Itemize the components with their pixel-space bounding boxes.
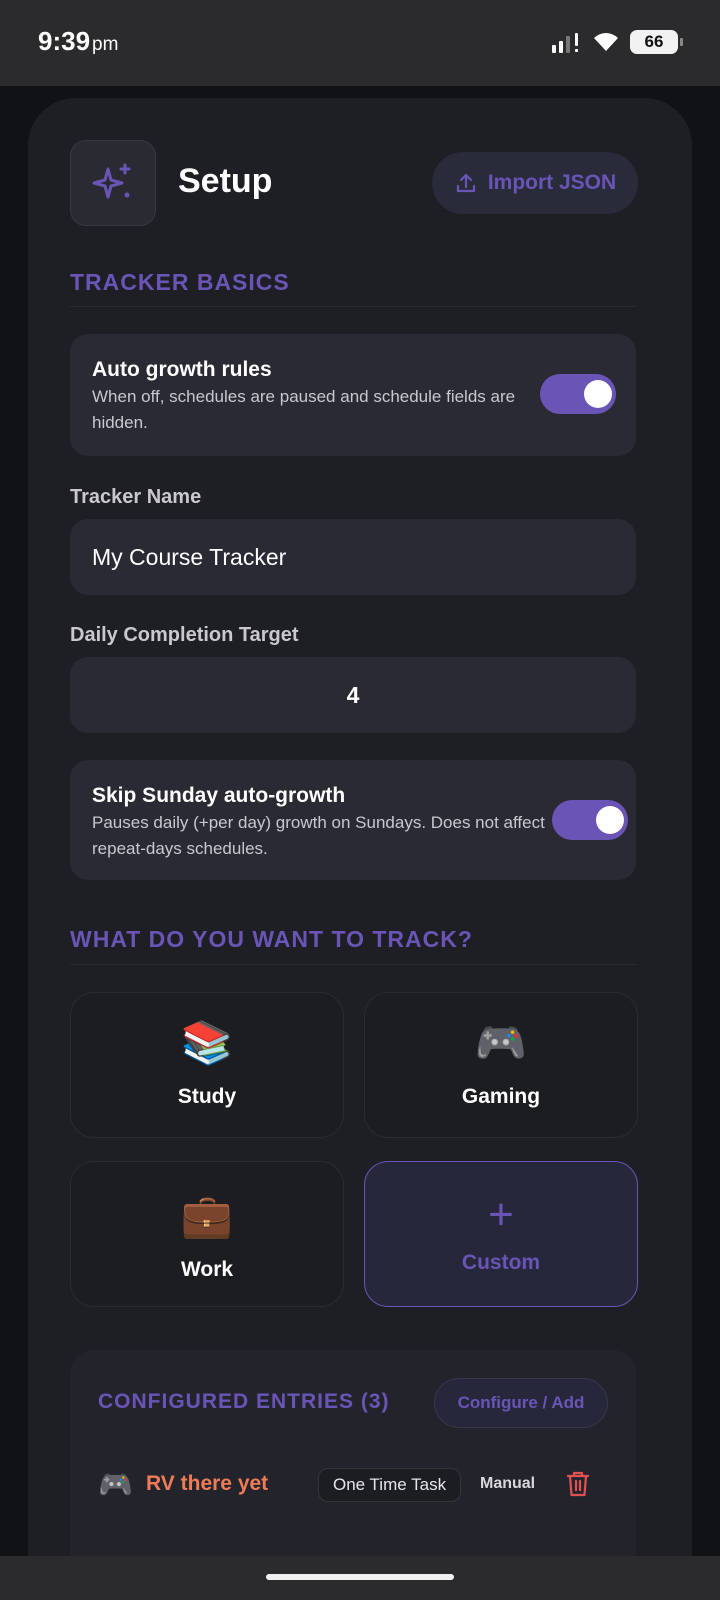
- trash-icon[interactable]: [566, 1470, 590, 1498]
- tracker-name-value: My Course Tracker: [92, 543, 287, 570]
- skip-sunday-desc-line1: Pauses daily (+per day) growth on Sunday…: [92, 813, 545, 832]
- tracker-name-input[interactable]: My Course Tracker: [70, 519, 636, 595]
- auto-growth-desc-line1: When off, schedules are paused and sched…: [92, 387, 516, 406]
- track-option-label: Gaming: [461, 1085, 541, 1108]
- status-bar: 9:39 pm 66: [0, 0, 720, 86]
- daily-target-value: 4: [346, 681, 360, 708]
- plus-icon: +: [488, 1190, 514, 1239]
- app-logo: [70, 140, 156, 226]
- skip-sunday-panel: Skip Sunday auto-growth Pauses daily (+p…: [70, 760, 636, 880]
- track-option-label: Study: [177, 1085, 237, 1108]
- section-divider: [70, 964, 636, 965]
- game-controller-icon: 🎮: [474, 1019, 528, 1066]
- status-time: 9:39 pm: [38, 26, 118, 57]
- status-icons: 66: [552, 28, 683, 56]
- track-option-label: Custom: [461, 1251, 541, 1274]
- battery-icon: 66: [630, 30, 683, 54]
- tracker-basics-heading: TRACKER BASICS: [70, 269, 290, 295]
- skip-sunday-description: Pauses daily (+per day) growth on Sunday…: [92, 810, 552, 862]
- battery-level: 66: [644, 32, 664, 51]
- entry-type-chip: One Time Task: [318, 1468, 462, 1502]
- section-divider: [70, 306, 636, 307]
- track-option-gaming[interactable]: 🎮 Gaming: [364, 992, 638, 1138]
- sparkle-icon: [92, 163, 131, 199]
- track-option-work[interactable]: 💼 Work: [70, 1161, 344, 1307]
- setup-card: Setup Import JSON TRACKER BASICS Auto gr…: [28, 98, 692, 1600]
- briefcase-icon: 💼: [180, 1192, 234, 1239]
- entry-mode: Manual: [480, 1475, 536, 1492]
- skip-sunday-toggle[interactable]: [552, 800, 628, 840]
- skip-sunday-desc-line2: repeat-days schedules.: [92, 839, 268, 858]
- toggle-knob: [584, 380, 612, 408]
- navigation-bar: [0, 1556, 720, 1600]
- auto-growth-title: Auto growth rules: [92, 358, 272, 381]
- daily-target-label: Daily Completion Target: [70, 624, 299, 646]
- configured-entries-heading: CONFIGURED ENTRIES (3): [98, 1390, 390, 1413]
- books-icon: 📚: [180, 1019, 234, 1066]
- entry-name: RV there yet: [146, 1472, 269, 1495]
- track-option-label: Work: [180, 1258, 234, 1281]
- auto-growth-desc-line2: hidden.: [92, 413, 148, 432]
- daily-target-input[interactable]: 4: [70, 657, 636, 733]
- page-title: Setup: [178, 162, 273, 200]
- configure-add-button[interactable]: Configure / Add: [434, 1378, 608, 1428]
- auto-growth-toggle[interactable]: [540, 374, 616, 414]
- status-ampm: pm: [92, 34, 119, 55]
- home-indicator[interactable]: [266, 1574, 454, 1580]
- track-option-custom[interactable]: + Custom: [364, 1161, 638, 1307]
- import-json-label: Import JSON: [487, 171, 617, 194]
- tracker-name-label: Tracker Name: [70, 486, 202, 508]
- wifi-icon: [594, 33, 618, 51]
- track-heading: WHAT DO YOU WANT TO TRACK?: [70, 926, 473, 952]
- signal-icon: [552, 33, 578, 53]
- entry-row[interactable]: 🎮 RV there yet One Time Task Manual: [98, 1468, 608, 1508]
- toggle-knob: [596, 806, 624, 834]
- import-json-button[interactable]: Import JSON: [432, 152, 638, 214]
- auto-growth-panel: Auto growth rules When off, schedules ar…: [70, 334, 636, 456]
- status-time-value: 9:39: [38, 26, 91, 56]
- track-option-study[interactable]: 📚 Study: [70, 992, 344, 1138]
- skip-sunday-title: Skip Sunday auto-growth: [92, 784, 346, 807]
- game-controller-icon: 🎮: [98, 1469, 133, 1500]
- upload-icon: [456, 173, 475, 193]
- auto-growth-description: When off, schedules are paused and sched…: [92, 384, 532, 436]
